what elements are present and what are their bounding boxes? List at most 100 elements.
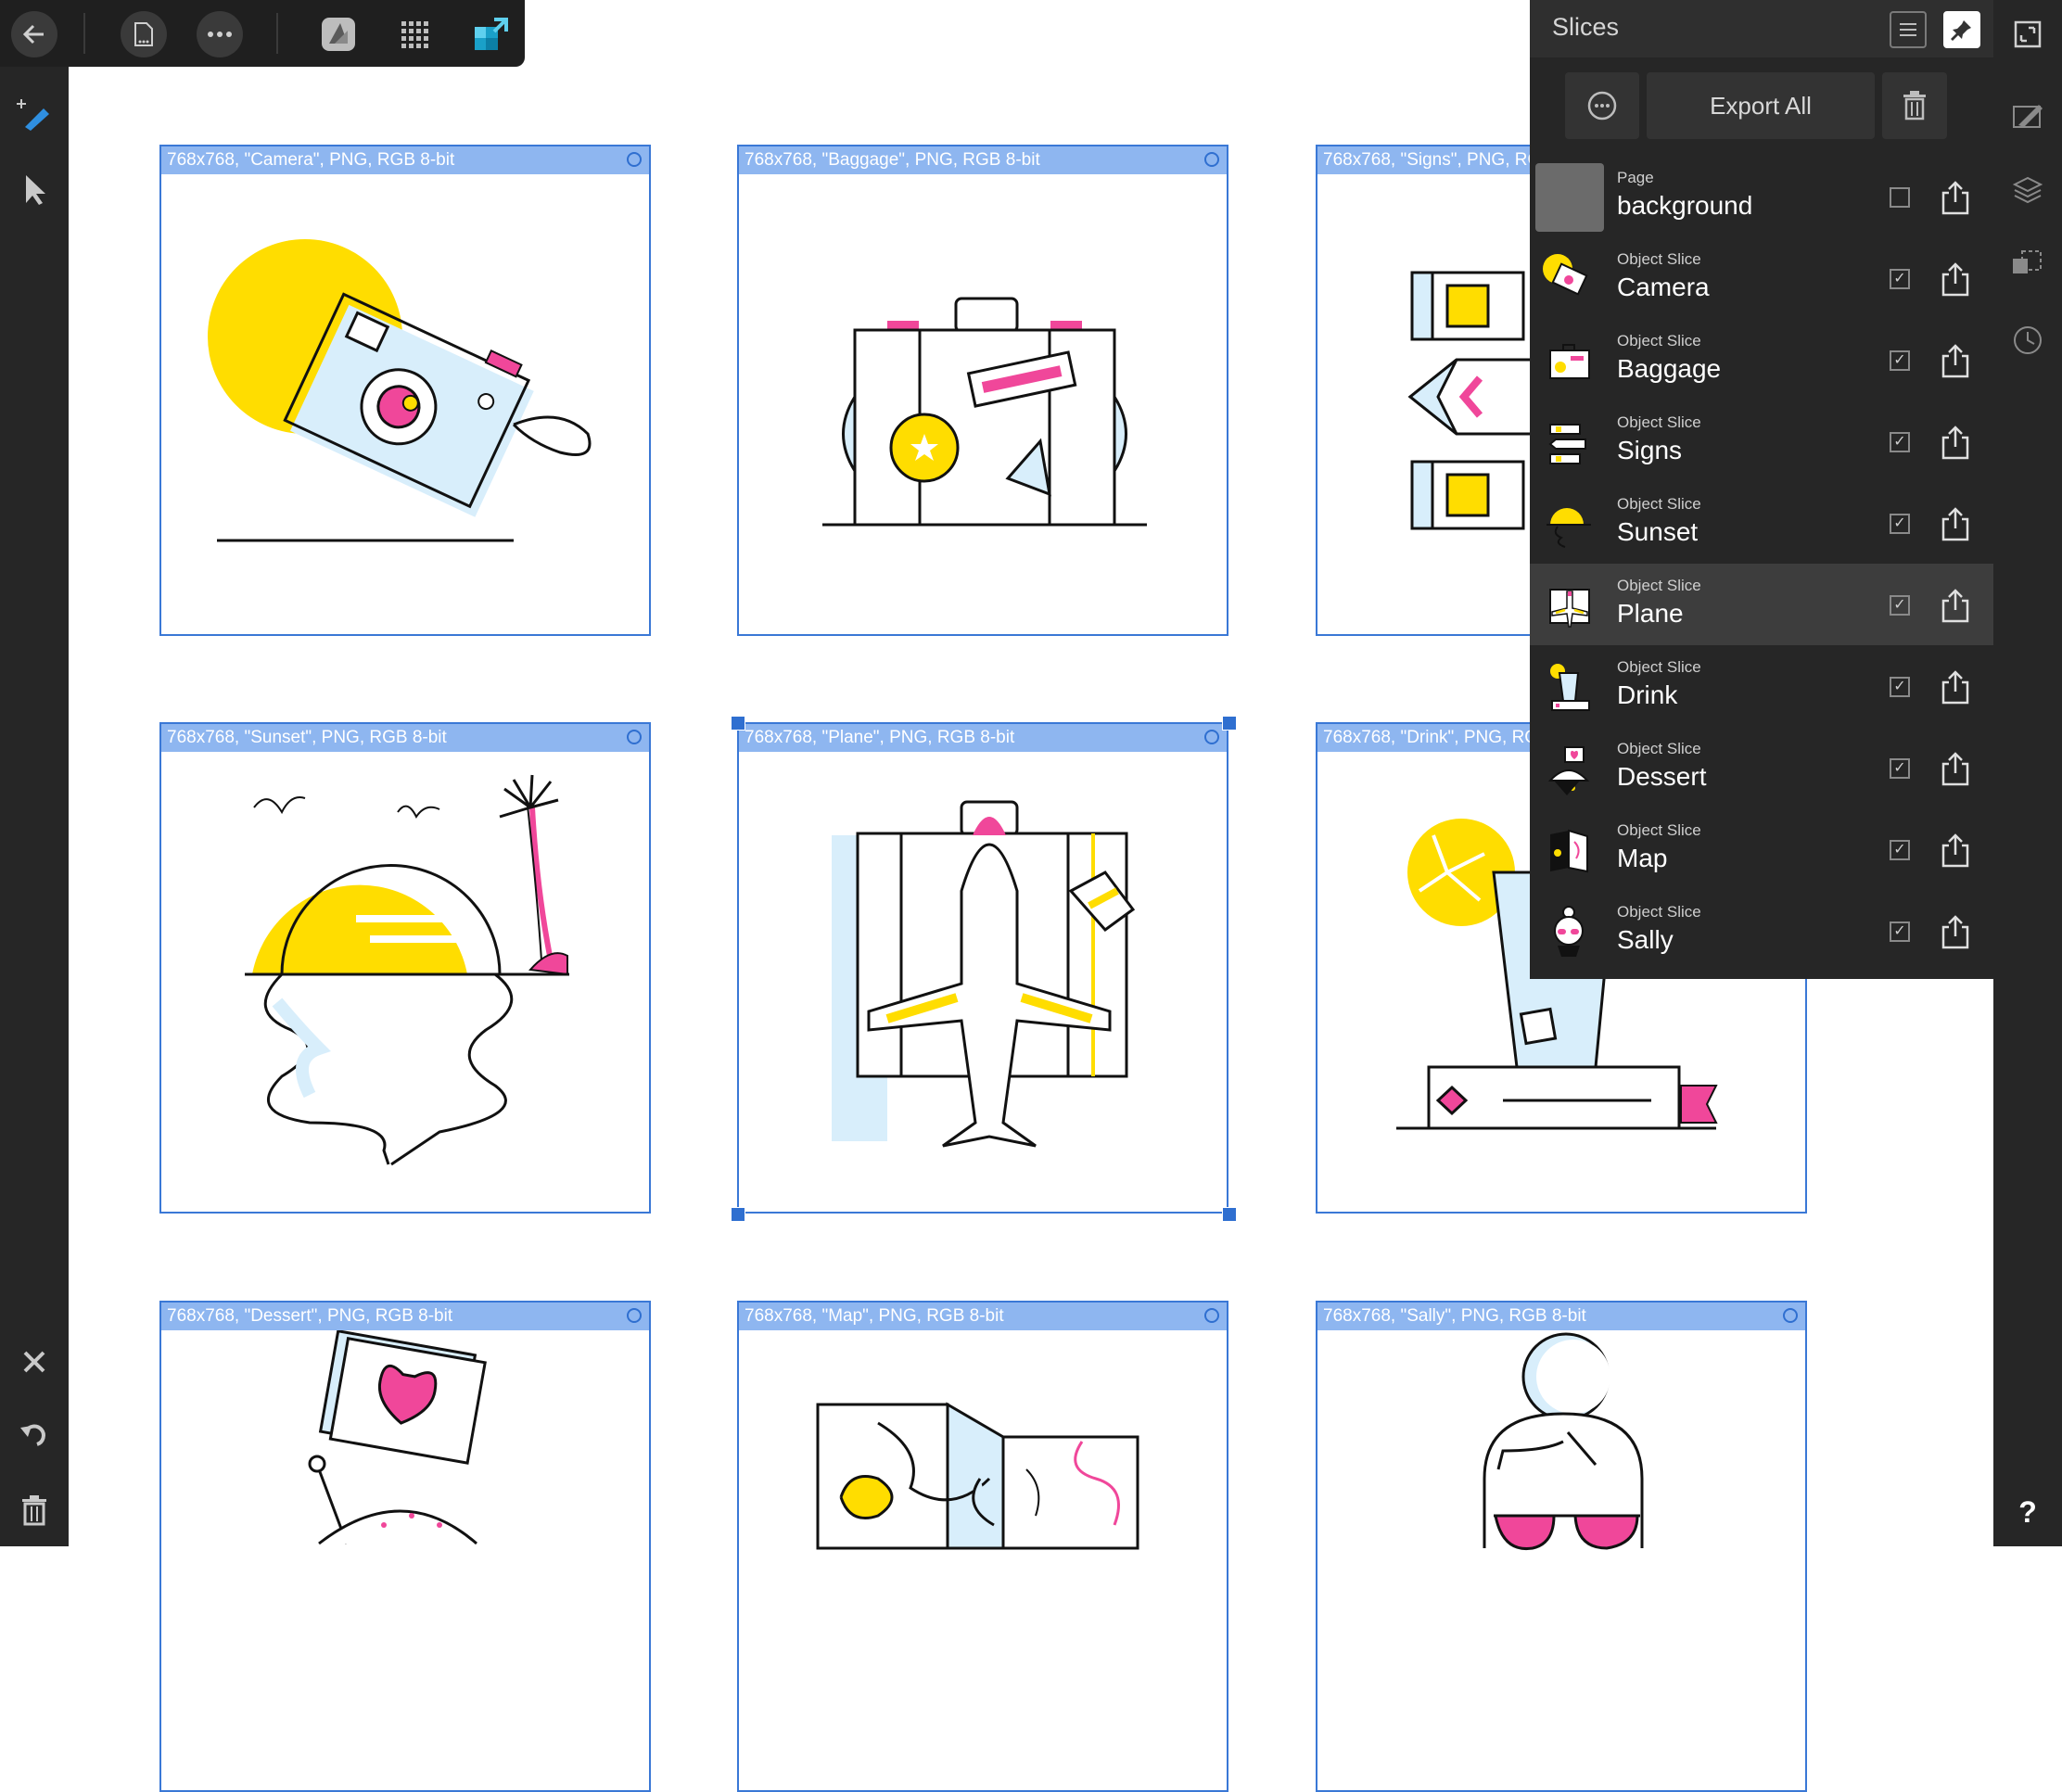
slice-label: 768x768, "Sally", PNG, RGB 8-bit [1317, 1303, 1805, 1330]
slice-checkbox[interactable]: ✓ [1890, 677, 1910, 697]
slice-checkbox[interactable]: ✓ [1890, 432, 1910, 452]
share-icon[interactable] [1940, 832, 1971, 868]
slice-row-background[interactable]: Page background [1530, 156, 1993, 237]
camera-illustration [208, 239, 592, 542]
share-icon[interactable] [1940, 751, 1971, 786]
baggage-illustration [822, 297, 1147, 527]
slice-name: background [1617, 191, 1753, 220]
slice-thumbnail [1535, 897, 1604, 966]
list-icon [1900, 23, 1916, 36]
slice-name: Signs [1617, 436, 1683, 464]
share-icon[interactable] [1940, 669, 1971, 705]
slice-thumbnail [1535, 734, 1604, 803]
more-icon[interactable] [197, 11, 243, 57]
slice-label: 768x768, "Sunset", PNG, RGB 8-bit [161, 724, 649, 752]
slice-row-baggage[interactable]: Object Slice Baggage ✓ [1530, 319, 1993, 400]
slice-dessert[interactable]: 768x768, "Dessert", PNG, RGB 8-bit [159, 1301, 651, 1792]
trash-icon [1903, 91, 1926, 121]
slice-baggage[interactable]: 768x768, "Baggage", PNG, RGB 8-bit [737, 145, 1228, 636]
selection-handle-top-left[interactable] [731, 716, 745, 731]
share-icon[interactable] [1940, 914, 1971, 949]
slice-sunset[interactable]: 768x768, "Sunset", PNG, RGB 8-bit [159, 722, 651, 1214]
export-all-button[interactable]: Export All [1647, 72, 1875, 139]
slice-checkbox[interactable] [1890, 187, 1910, 208]
slice-row-drink[interactable]: Object Slice Drink ✓ [1530, 645, 1993, 727]
more-circle-icon [1587, 91, 1617, 121]
share-icon[interactable] [1940, 588, 1971, 623]
slice-sally[interactable]: 768x768, "Sally", PNG, RGB 8-bit [1316, 1301, 1807, 1792]
slice-checkbox[interactable]: ✓ [1890, 758, 1910, 779]
slice-type: Object Slice [1617, 332, 1701, 350]
slice-row-camera[interactable]: Object Slice Camera ✓ [1530, 237, 1993, 319]
pixel-persona-icon[interactable] [391, 11, 438, 57]
layers-icon[interactable] [2003, 165, 2053, 215]
slice-checkbox[interactable]: ✓ [1890, 840, 1910, 860]
slice-selection-dot[interactable] [1783, 1308, 1798, 1323]
slice-checkbox[interactable]: ✓ [1890, 350, 1910, 371]
slice-row-dessert[interactable]: Object Slice Dessert ✓ [1530, 727, 1993, 808]
share-icon[interactable] [1940, 261, 1971, 297]
slice-selection-dot[interactable] [1204, 1308, 1219, 1323]
slice-checkbox[interactable]: ✓ [1890, 921, 1910, 942]
slice-row-plane[interactable]: Object Slice Plane ✓ [1530, 564, 1993, 645]
trash-icon[interactable] [9, 1485, 59, 1535]
slice-type: Object Slice [1617, 495, 1701, 513]
slice-label: 768x768, "Camera", PNG, RGB 8-bit [161, 146, 649, 174]
slice-options-button[interactable] [1565, 72, 1639, 139]
slice-checkbox[interactable]: ✓ [1890, 269, 1910, 289]
slice-row-signs[interactable]: Object Slice Signs ✓ [1530, 400, 1993, 482]
slice-label: 768x768, "Baggage", PNG, RGB 8-bit [739, 146, 1227, 174]
share-icon[interactable] [1940, 506, 1971, 541]
slice-checkbox[interactable]: ✓ [1890, 595, 1910, 616]
document-icon[interactable] [121, 11, 167, 57]
slice-label: 768x768, "Dessert", PNG, RGB 8-bit [161, 1303, 649, 1330]
slice-row-map[interactable]: Object Slice Map ✓ [1530, 808, 1993, 890]
panel-header: Slices [1530, 0, 1993, 57]
slice-map[interactable]: 768x768, "Map", PNG, RGB 8-bit [737, 1301, 1228, 1792]
history-icon[interactable] [2003, 315, 2053, 365]
plane-illustration [832, 800, 1136, 1148]
export-persona-icon[interactable] [467, 11, 514, 57]
select-tool-icon[interactable] [9, 165, 59, 215]
panel-actions: Export All [1530, 57, 1993, 154]
undo-icon[interactable] [9, 1409, 59, 1459]
sunset-illustration [245, 774, 569, 1166]
slice-row-sunset[interactable]: Object Slice Sunset ✓ [1530, 482, 1993, 564]
selection-handle-bottom-right[interactable] [1222, 1207, 1237, 1222]
slices-studio-icon[interactable] [2003, 89, 2053, 139]
slice-thumbnail [1535, 489, 1604, 558]
back-arrow-icon[interactable] [11, 11, 57, 57]
slice-checkbox[interactable]: ✓ [1890, 514, 1910, 534]
slice-name: Sunset [1617, 517, 1699, 546]
pin-panel-button[interactable] [1943, 11, 1980, 48]
close-icon[interactable] [9, 1337, 59, 1387]
slice-type: Page [1617, 169, 1654, 186]
selection-handle-bottom-left[interactable] [731, 1207, 745, 1222]
slice-plane[interactable]: 768x768, "Plane", PNG, RGB 8-bit [737, 722, 1228, 1214]
slice-selection-dot[interactable] [1204, 730, 1219, 744]
toolbar-separator [276, 13, 278, 54]
slice-name: Map [1617, 844, 1668, 872]
slice-selection-dot[interactable] [627, 152, 642, 167]
fullscreen-icon[interactable] [2003, 9, 2053, 59]
slice-selection-dot[interactable] [627, 730, 642, 744]
slice-name: Plane [1617, 599, 1684, 628]
slice-thumbnail [1535, 245, 1604, 313]
slice-row-sally[interactable]: Object Slice Sally ✓ [1530, 890, 1993, 972]
share-icon[interactable] [1940, 180, 1971, 215]
designer-persona-icon[interactable] [315, 11, 362, 57]
panel-menu-button[interactable] [1890, 11, 1927, 48]
share-icon[interactable] [1940, 343, 1971, 378]
slice-camera[interactable]: 768x768, "Camera", PNG, RGB 8-bit [159, 145, 651, 636]
help-button[interactable]: ? [2003, 1487, 2053, 1537]
slice-tool-icon[interactable] [9, 89, 59, 139]
delete-slice-button[interactable] [1882, 72, 1947, 139]
slice-selection-dot[interactable] [627, 1308, 642, 1323]
slice-name: Sally [1617, 925, 1674, 954]
slice-type: Object Slice [1617, 740, 1701, 757]
share-icon[interactable] [1940, 425, 1971, 460]
selection-handle-top-right[interactable] [1222, 716, 1237, 731]
slice-selection-dot[interactable] [1204, 152, 1219, 167]
transform-icon[interactable] [2003, 239, 2053, 289]
slice-type: Object Slice [1617, 577, 1701, 594]
